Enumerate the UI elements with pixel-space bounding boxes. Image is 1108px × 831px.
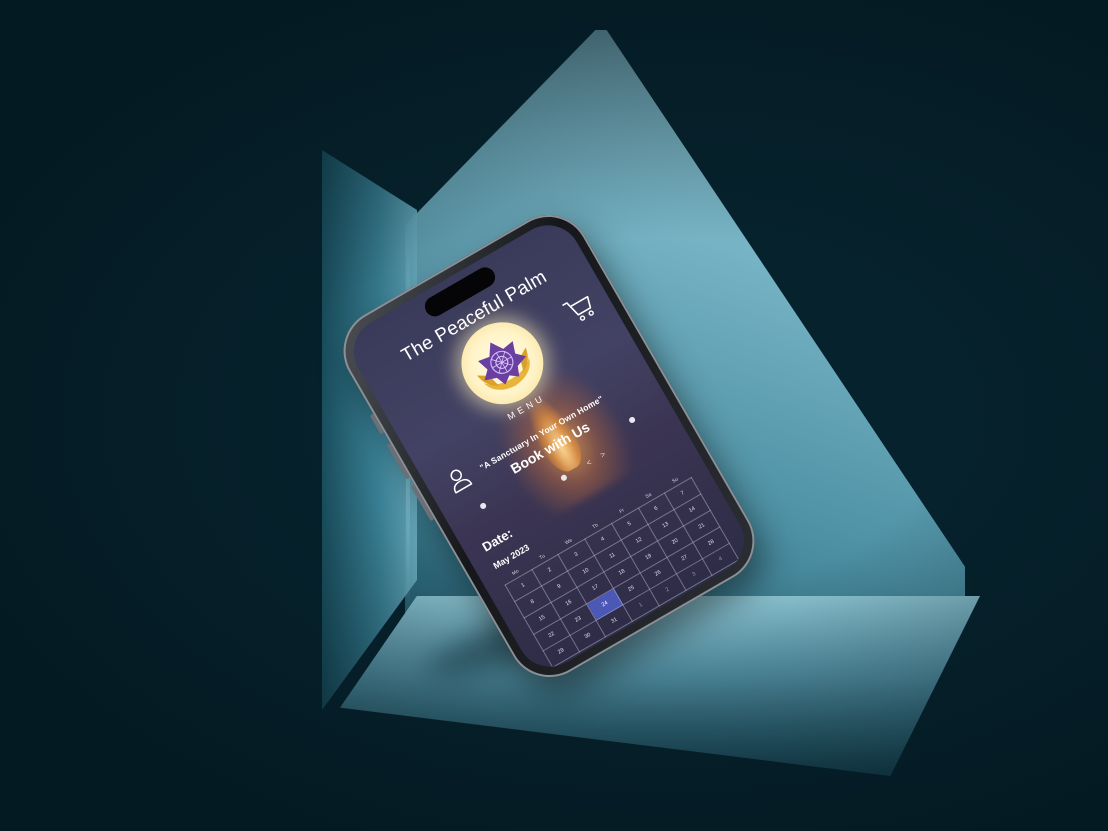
carousel-dot[interactable] (628, 415, 637, 425)
lit-floor (340, 596, 980, 776)
date-label: Date: (479, 525, 516, 555)
shopping-cart-icon[interactable] (559, 289, 599, 328)
carousel-dot[interactable] (479, 501, 488, 511)
